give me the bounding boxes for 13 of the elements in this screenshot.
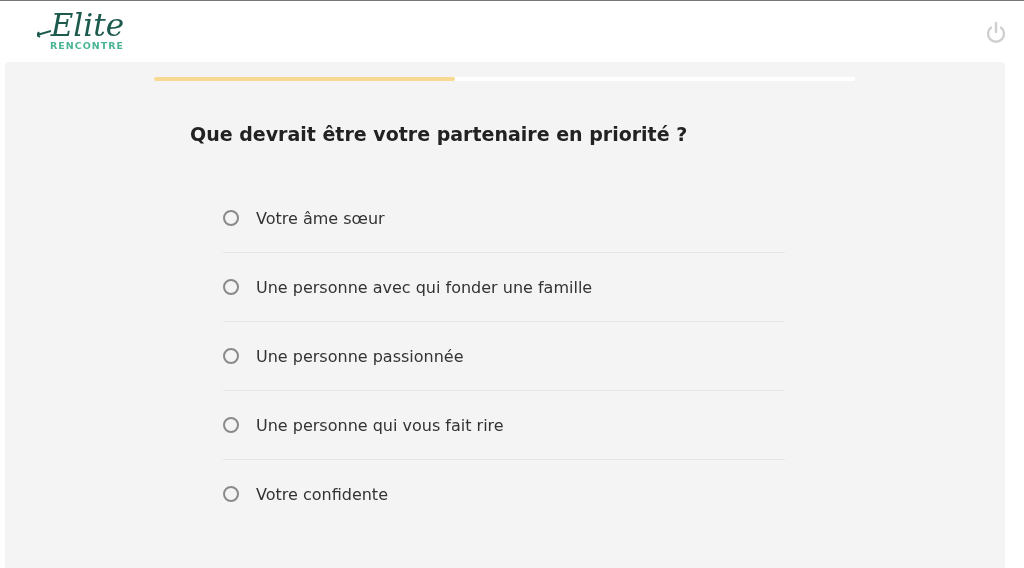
answer-option[interactable]: Votre âme sœur <box>223 184 785 253</box>
logo-name: Elite <box>50 9 124 41</box>
radio-button[interactable] <box>223 417 239 433</box>
radio-button[interactable] <box>223 486 239 502</box>
question-title: Que devrait être votre partenaire en priorité ? <box>190 123 689 145</box>
answer-option[interactable]: Une personne qui vous fait rire <box>223 391 785 460</box>
answer-option[interactable]: Une personne passionnée <box>223 322 785 391</box>
logo-tagline: RENCONTRE <box>49 40 124 51</box>
radio-button[interactable] <box>223 279 239 295</box>
answer-option[interactable]: Une personne avec qui fonder une famille <box>223 253 785 322</box>
radio-button[interactable] <box>223 210 239 226</box>
radio-button[interactable] <box>223 348 239 364</box>
answer-option[interactable]: Votre confidente <box>223 460 785 528</box>
